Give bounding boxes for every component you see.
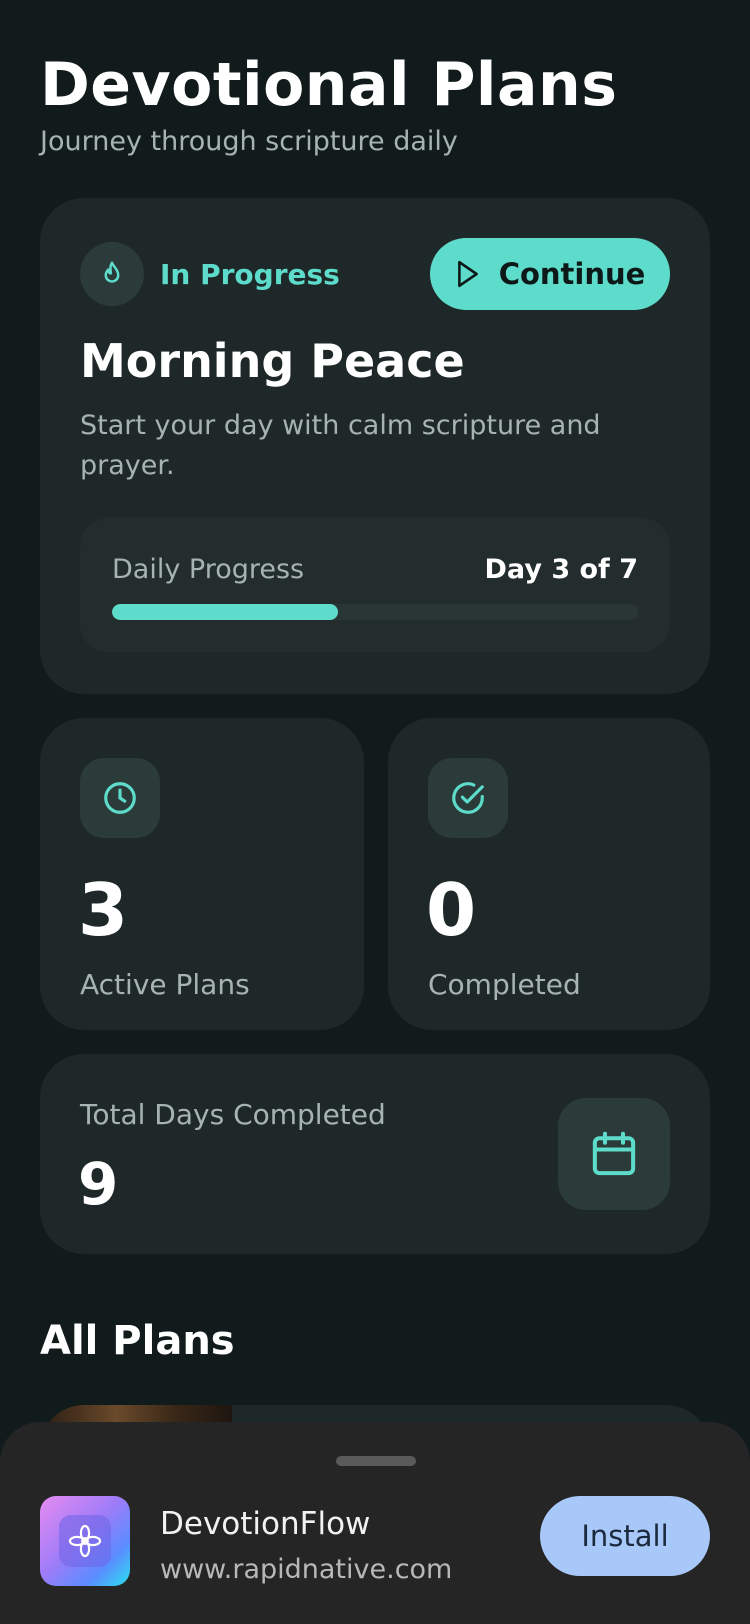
- flame-icon: [80, 242, 144, 306]
- calendar-icon: [558, 1098, 670, 1210]
- continue-label: Continue: [498, 257, 646, 291]
- active-plans-label: Active Plans: [80, 968, 250, 1001]
- current-plan-card[interactable]: In Progress Continue Morning Peace Start…: [40, 198, 710, 694]
- total-days-value: 9: [78, 1150, 119, 1218]
- progress-bar-fill: [112, 604, 339, 620]
- all-plans-heading: All Plans: [40, 1318, 235, 1364]
- install-button[interactable]: Install: [540, 1496, 710, 1576]
- progress-bar: [112, 604, 638, 620]
- stat-card-completed[interactable]: 0 Completed: [388, 718, 710, 1030]
- progress-label: Daily Progress: [112, 554, 305, 585]
- header: Devotional Plans Journey through scriptu…: [40, 48, 617, 157]
- active-plans-value: 3: [78, 868, 129, 952]
- app-url: www.rapidnative.com: [160, 1554, 453, 1585]
- total-days-card[interactable]: Total Days Completed 9: [40, 1054, 710, 1254]
- check-circle-icon: [428, 758, 508, 838]
- status-label: In Progress: [160, 257, 340, 291]
- stat-card-active-plans[interactable]: 3 Active Plans: [40, 718, 364, 1030]
- clock-icon: [80, 758, 160, 838]
- lotus-icon: [59, 1515, 111, 1567]
- status-row: In Progress: [80, 242, 340, 306]
- progress-day: Day 3 of 7: [484, 554, 638, 585]
- play-icon: [455, 260, 481, 288]
- app-icon: [40, 1496, 130, 1586]
- continue-button[interactable]: Continue: [430, 238, 670, 310]
- completed-value: 0: [426, 868, 477, 952]
- daily-progress: Daily Progress Day 3 of 7: [80, 518, 670, 652]
- plan-description: Start your day with calm scripture and p…: [80, 410, 601, 481]
- plan-title: Morning Peace: [80, 334, 465, 388]
- app-name: DevotionFlow: [160, 1506, 371, 1542]
- total-days-label: Total Days Completed: [80, 1098, 386, 1131]
- page-title: Devotional Plans: [40, 50, 618, 120]
- devotional-plans-screen: Devotional Plans Journey through scriptu…: [0, 0, 750, 1624]
- install-banner: DevotionFlow www.rapidnative.com Install: [0, 1422, 750, 1624]
- completed-label: Completed: [428, 968, 581, 1001]
- page-subtitle: Journey through scripture daily: [40, 126, 458, 157]
- sheet-handle[interactable]: [336, 1456, 416, 1466]
